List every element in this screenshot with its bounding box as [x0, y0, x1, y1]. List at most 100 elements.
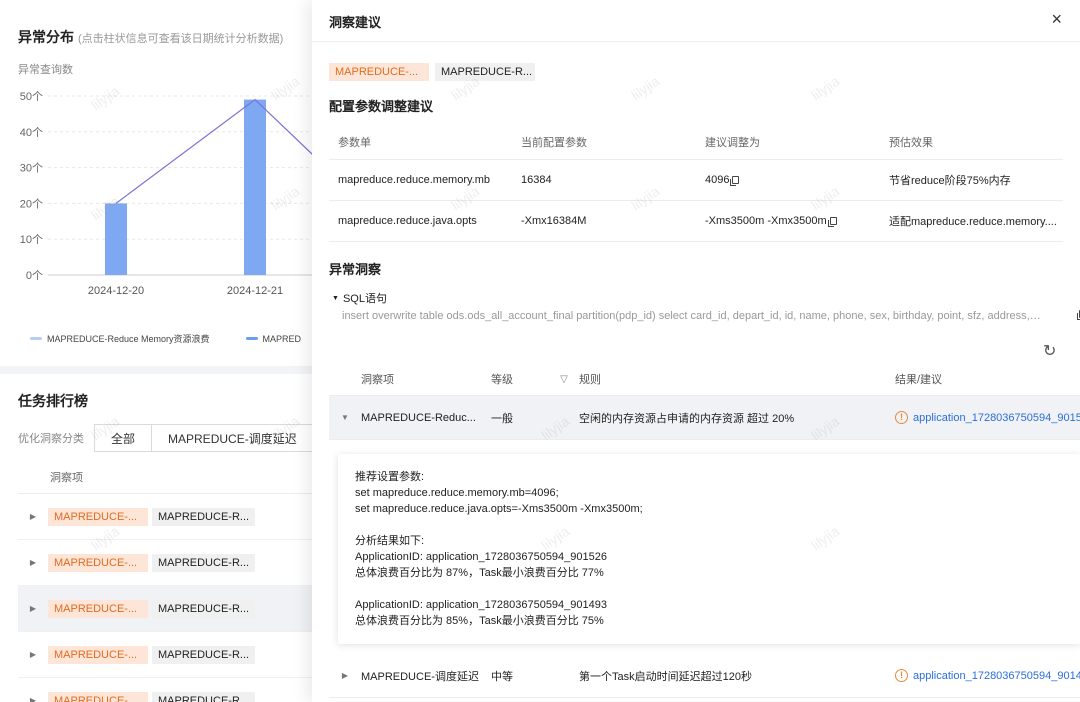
insight-drawer: 洞察建议 × MAPREDUCE-... MAPREDUCE-R... 配置参数… [312, 0, 1080, 702]
insight-tag-gray: MAPREDUCE-R... [152, 599, 256, 618]
expand-caret-icon[interactable]: ▶ [18, 512, 48, 521]
insight-rule: 第一个Task启动时间延迟超过120秒 [579, 670, 752, 683]
table-row[interactable]: ▶ MAPREDUCE-... MAPREDUCE-R... [18, 678, 312, 702]
config-table-header: 参数单 当前配置参数 建议调整为 预估效果 [329, 124, 1063, 160]
chart-bar[interactable] [244, 99, 266, 275]
expand-caret-icon[interactable]: ▶ [329, 671, 361, 680]
result-link[interactable]: application_1728036750594_901526 [913, 412, 1080, 424]
y-tick-label: 40个 [20, 126, 43, 139]
filter-icon[interactable]: ▽ [549, 373, 579, 385]
insight-tag-gray: MAPREDUCE-R... [435, 63, 535, 81]
column-header: 建议调整为 [705, 136, 760, 149]
table-row[interactable]: ▶ MAPREDUCE-... MAPREDUCE-R... [18, 632, 312, 678]
legend-item[interactable]: MAPRED [245, 332, 302, 345]
y-tick-label: 10个 [20, 233, 43, 246]
table-row[interactable]: ▶ MAPREDUCE-调度延迟 中等 第一个Task启动时间延迟超过120秒 … [329, 654, 1080, 698]
y-tick-label: 50个 [20, 90, 43, 103]
copy-icon[interactable] [827, 217, 837, 227]
anomaly-title: 异常分布 (点击柱状信息可查看该日期统计分析数据) [18, 27, 283, 47]
param-suggest: -Xms3500m -Xmx3500m [696, 215, 880, 227]
insight-tag-orange: MAPREDUCE-... [48, 553, 148, 572]
ranking-title: 任务排行榜 [18, 393, 88, 409]
drawer-title: 洞察建议 [329, 15, 382, 30]
drawer-tags: MAPREDUCE-... MAPREDUCE-R... [329, 63, 535, 81]
legend-item[interactable]: MAPREDUCE-Reduce Memory资源浪费 [30, 332, 210, 345]
filter-label: 优化洞察分类 [18, 433, 84, 445]
expand-caret-icon[interactable]: ▼ [329, 413, 361, 422]
detail-line: 总体浪费百分比为 87%，Task最小浪费百分比 77% [355, 567, 604, 579]
detail-line: 推荐设置参数: [355, 471, 425, 483]
expand-caret-icon[interactable]: ▶ [18, 558, 48, 567]
insight-tag-orange: MAPREDUCE-... [48, 507, 148, 526]
copy-icon[interactable] [730, 176, 740, 186]
insight-tag-orange: MAPREDUCE-... [329, 63, 429, 81]
insight-name: MAPREDUCE-调度延迟 [361, 670, 479, 683]
table-row[interactable]: ▼ MAPREDUCE-Reduc... 一般 空闲的内存资源占申请的内存资源 … [329, 396, 1080, 440]
legend-swatch [245, 337, 258, 340]
sql-label: SQL语句 [342, 293, 387, 305]
legend-label: MAPRED [262, 333, 302, 344]
insight-table-header: 洞察项 等级 ▽ 规则 结果/建议 [329, 362, 1080, 396]
anomaly-section-title: 异常洞察 [329, 262, 382, 277]
ranking-column-header: 洞察项 [18, 462, 312, 494]
expand-caret-icon[interactable]: ▶ [18, 650, 48, 659]
x-tick-label: 2024-12-21 [227, 285, 283, 297]
filter-schedule-delay-button[interactable]: MAPREDUCE-调度延迟 [152, 424, 314, 452]
close-icon[interactable]: × [1051, 10, 1062, 28]
column-header: 洞察项 [361, 373, 394, 386]
insight-tag-gray: MAPREDUCE-R... [152, 553, 256, 572]
anomaly-distribution-card: 异常分布 (点击柱状信息可查看该日期统计分析数据) 异常查询数 0个 10个 20个 3… [0, 0, 312, 366]
param-suggest-value: 4096 [705, 174, 730, 186]
insight-result[interactable]: ! application_1728036750594_901493 [895, 669, 1080, 682]
param-current: 16384 [521, 174, 552, 186]
param-suggest: 4096 [696, 174, 880, 186]
filter-all-button[interactable]: 全部 [94, 424, 153, 452]
insight-tag-orange: MAPREDUCE-... [48, 599, 148, 618]
column-header: 等级 [491, 373, 513, 386]
x-tick-label: 2024-12-20 [88, 285, 144, 297]
insight-detail-panel: 推荐设置参数: set mapreduce.reduce.memory.mb=4… [338, 454, 1080, 644]
insight-tag-gray: MAPREDUCE-R... [152, 507, 256, 526]
table-row[interactable]: ▶ MAPREDUCE-... MAPREDUCE-R... [18, 586, 312, 632]
sql-text: insert overwrite table ods.ods_all_accou… [342, 310, 1042, 322]
insight-result[interactable]: ! application_1728036750594_901526 [895, 411, 1080, 424]
result-link[interactable]: application_1728036750594_901493 [913, 670, 1080, 682]
expand-caret-icon[interactable]: ▶ [18, 696, 48, 702]
column-header: 当前配置参数 [521, 136, 587, 149]
warning-icon: ! [895, 411, 908, 424]
insight-tag-gray: MAPREDUCE-R... [152, 645, 256, 664]
detail-line: 总体浪费百分比为 85%，Task最小浪费百分比 75% [355, 615, 604, 627]
anomaly-bar-chart[interactable]: 0个 10个 20个 30个 40个 50个 2024-12-20 2024-12-21 [0, 80, 312, 300]
table-row: mapreduce.reduce.java.opts -Xmx16384M -X… [329, 201, 1063, 242]
insight-level: 一般 [491, 412, 513, 425]
table-row: mapreduce.reduce.memory.mb 16384 4096 节省… [329, 160, 1063, 201]
column-header: 预估效果 [889, 136, 933, 149]
param-effect: 适配mapreduce.reduce.memory.... [889, 216, 1057, 228]
refresh-icon[interactable]: ↻ [1043, 341, 1056, 361]
config-section-title: 配置参数调整建议 [329, 99, 434, 114]
legend-swatch [30, 337, 42, 340]
collapse-caret-icon[interactable]: ▼ [332, 295, 339, 302]
table-row[interactable]: ▶ MAPREDUCE-... MAPREDUCE-R... [18, 540, 312, 586]
y-tick-label: 20个 [20, 197, 43, 210]
param-name: mapreduce.reduce.memory.mb [338, 174, 491, 186]
detail-line: set mapreduce.reduce.memory.mb=4096; [355, 487, 559, 499]
series-line [115, 98, 312, 204]
y-tick-label: 30个 [20, 162, 43, 175]
detail-line: set mapreduce.reduce.java.opts=-Xms3500m… [355, 503, 643, 515]
y-axis-title: 异常查询数 [18, 64, 73, 76]
insight-name: MAPREDUCE-Reduc... [361, 411, 476, 424]
chart-legend: MAPREDUCE-Reduce Memory资源浪费 MAPRED [30, 332, 301, 345]
sql-toggle[interactable]: ▼ SQL语句 [332, 290, 1072, 306]
chart-bar[interactable] [105, 203, 127, 275]
detail-line: 分析结果如下: [355, 535, 425, 547]
anomaly-subtitle: (点击柱状信息可查看该日期统计分析数据) [78, 33, 284, 45]
anomaly-title-text: 异常分布 [18, 29, 74, 45]
expand-caret-icon[interactable]: ▶ [18, 604, 48, 613]
insight-tag-gray: MAPREDUCE-R... [152, 691, 256, 702]
param-effect: 节省reduce阶段75%内存 [889, 175, 1011, 187]
table-row[interactable]: ▶ MAPREDUCE-... MAPREDUCE-R... [18, 494, 312, 540]
column-header: 规则 [579, 373, 601, 386]
param-suggest-value: -Xms3500m -Xmx3500m [705, 215, 827, 227]
insight-level: 中等 [491, 670, 513, 683]
